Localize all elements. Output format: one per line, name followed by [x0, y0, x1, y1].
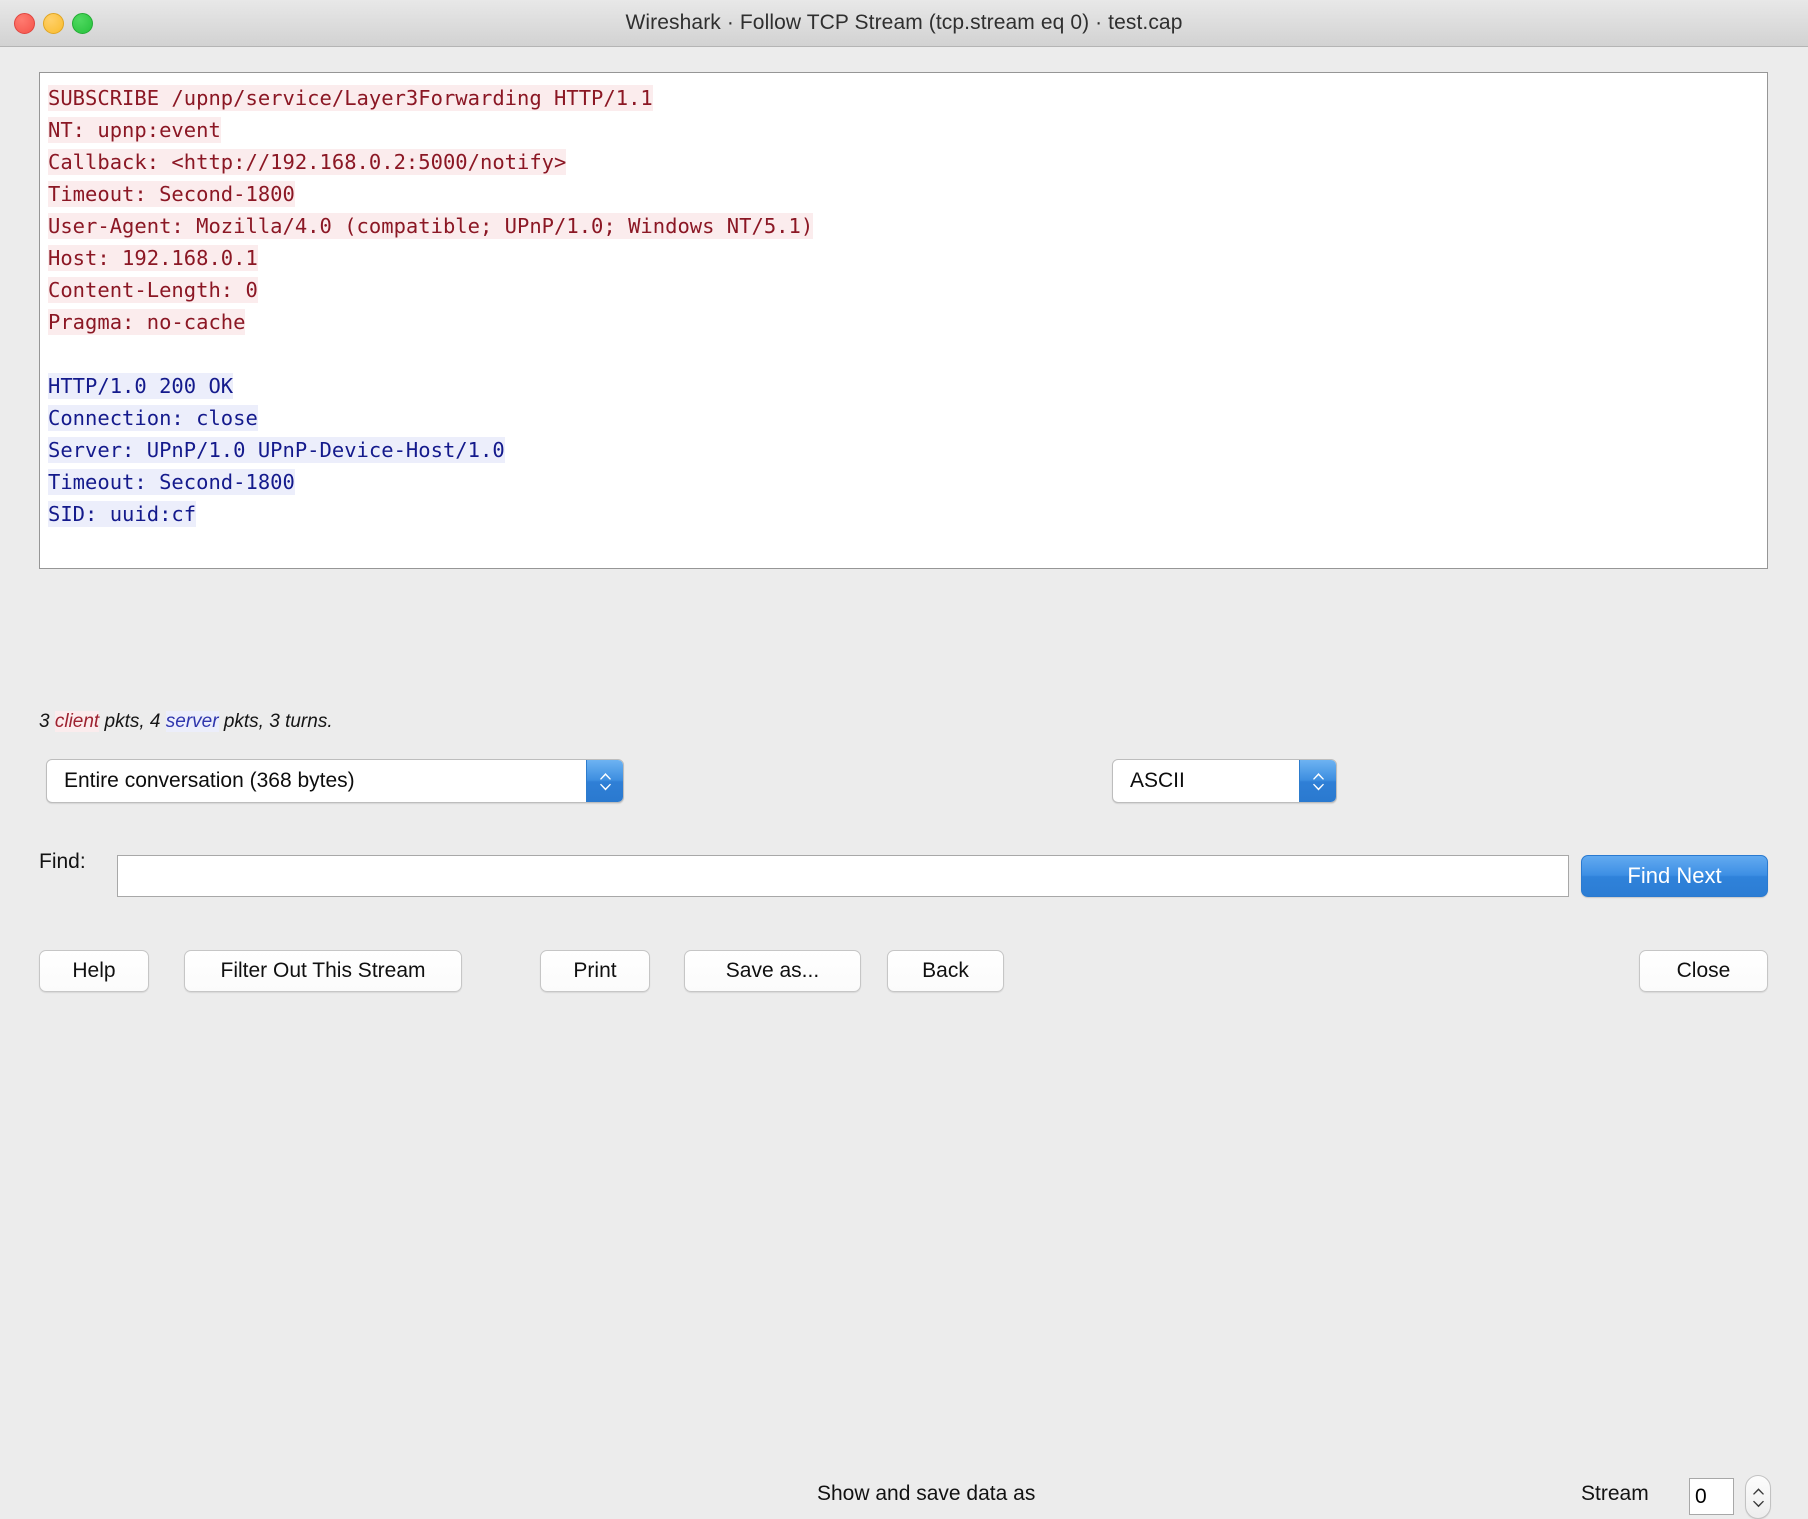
stream-line: NT: upnp:event: [48, 114, 1767, 146]
client-stream-segment: Callback: <http://192.168.0.2:5000/notif…: [48, 149, 566, 175]
stream-line: Callback: <http://192.168.0.2:5000/notif…: [48, 146, 1767, 178]
stream-line: Timeout: Second-1800: [48, 178, 1767, 210]
find-label: Find:: [39, 850, 86, 874]
server-label: server: [166, 711, 219, 732]
data-format-select-arrows[interactable]: [1299, 760, 1336, 802]
chevron-down-icon: [1312, 783, 1325, 791]
stream-line: HTTP/1.0 200 OK: [48, 370, 1767, 402]
find-input[interactable]: [117, 855, 1569, 897]
dialog-content: SUBSCRIBE /upnp/service/Layer3Forwarding…: [0, 47, 1808, 987]
conversation-select-value: Entire conversation (368 bytes): [47, 769, 586, 793]
server-stream-segment: Connection: close: [48, 405, 258, 431]
client-stream-segment: User-Agent: Mozilla/4.0 (compatible; UPn…: [48, 213, 813, 239]
selector-row: Entire conversation (368 bytes) Show and…: [0, 759, 1808, 807]
stream-text-content: SUBSCRIBE /upnp/service/Layer3Forwarding…: [40, 73, 1767, 530]
stream-number-input[interactable]: [1689, 1478, 1734, 1515]
window-controls: [14, 0, 93, 46]
server-stream-segment: HTTP/1.0 200 OK: [48, 373, 233, 399]
stream-line: SID: uuid:cf: [48, 498, 1767, 530]
server-stream-segment: SID: uuid:cf: [48, 501, 196, 527]
stream-text-view[interactable]: SUBSCRIBE /upnp/service/Layer3Forwarding…: [39, 72, 1768, 569]
stream-line: Content-Length: 0: [48, 274, 1767, 306]
data-format-select[interactable]: ASCII: [1112, 759, 1337, 803]
client-stream-segment: SUBSCRIBE /upnp/service/Layer3Forwarding…: [48, 85, 653, 111]
stream-line: Timeout: Second-1800: [48, 466, 1767, 498]
stats-middle-text: pkts, 4: [99, 711, 166, 732]
show-save-data-as-label: Show and save data as: [817, 1482, 1035, 1506]
server-stream-segment: Timeout: Second-1800: [48, 469, 295, 495]
stream-line: [48, 338, 1767, 370]
stream-number-label: Stream: [1581, 1482, 1649, 1506]
client-stream-segment: Host: 192.168.0.1: [48, 245, 258, 271]
window-titlebar: Wireshark · Follow TCP Stream (tcp.strea…: [0, 0, 1808, 47]
conversation-select-arrows[interactable]: [586, 760, 623, 802]
client-label: client: [55, 711, 99, 732]
server-stream-segment: Server: UPnP/1.0 UPnP-Device-Host/1.0: [48, 437, 505, 463]
stream-line: Connection: close: [48, 402, 1767, 434]
stats-tail-text: pkts, 3 turns.: [219, 711, 333, 732]
client-stream-segment: Timeout: Second-1800: [48, 181, 295, 207]
chevron-up-icon: [599, 772, 612, 780]
stream-line: Pragma: no-cache: [48, 306, 1767, 338]
minimize-window-icon[interactable]: [43, 13, 64, 34]
stream-line: Host: 192.168.0.1: [48, 242, 1767, 274]
stream-line: SUBSCRIBE /upnp/service/Layer3Forwarding…: [48, 82, 1767, 114]
client-stream-segment: Content-Length: 0: [48, 277, 258, 303]
window-title: Wireshark · Follow TCP Stream (tcp.strea…: [625, 11, 1182, 35]
chevron-up-icon: [1312, 772, 1325, 780]
client-packet-count: 3: [39, 711, 55, 732]
stepper-up-icon[interactable]: [1752, 1487, 1765, 1495]
close-window-icon[interactable]: [14, 13, 35, 34]
find-next-button[interactable]: Find Next: [1581, 855, 1768, 897]
stream-number-stepper[interactable]: [1745, 1475, 1771, 1519]
stream-line: User-Agent: Mozilla/4.0 (compatible; UPn…: [48, 210, 1767, 242]
client-stream-segment: Pragma: no-cache: [48, 309, 245, 335]
stream-line: Server: UPnP/1.0 UPnP-Device-Host/1.0: [48, 434, 1767, 466]
client-stream-segment: NT: upnp:event: [48, 117, 221, 143]
maximize-window-icon[interactable]: [72, 13, 93, 34]
packet-stats-line: 3 client pkts, 4 server pkts, 3 turns.: [39, 711, 333, 733]
data-format-select-value: ASCII: [1113, 769, 1299, 793]
chevron-down-icon: [599, 783, 612, 791]
conversation-select[interactable]: Entire conversation (368 bytes): [46, 759, 624, 803]
stepper-down-icon[interactable]: [1752, 1500, 1765, 1508]
